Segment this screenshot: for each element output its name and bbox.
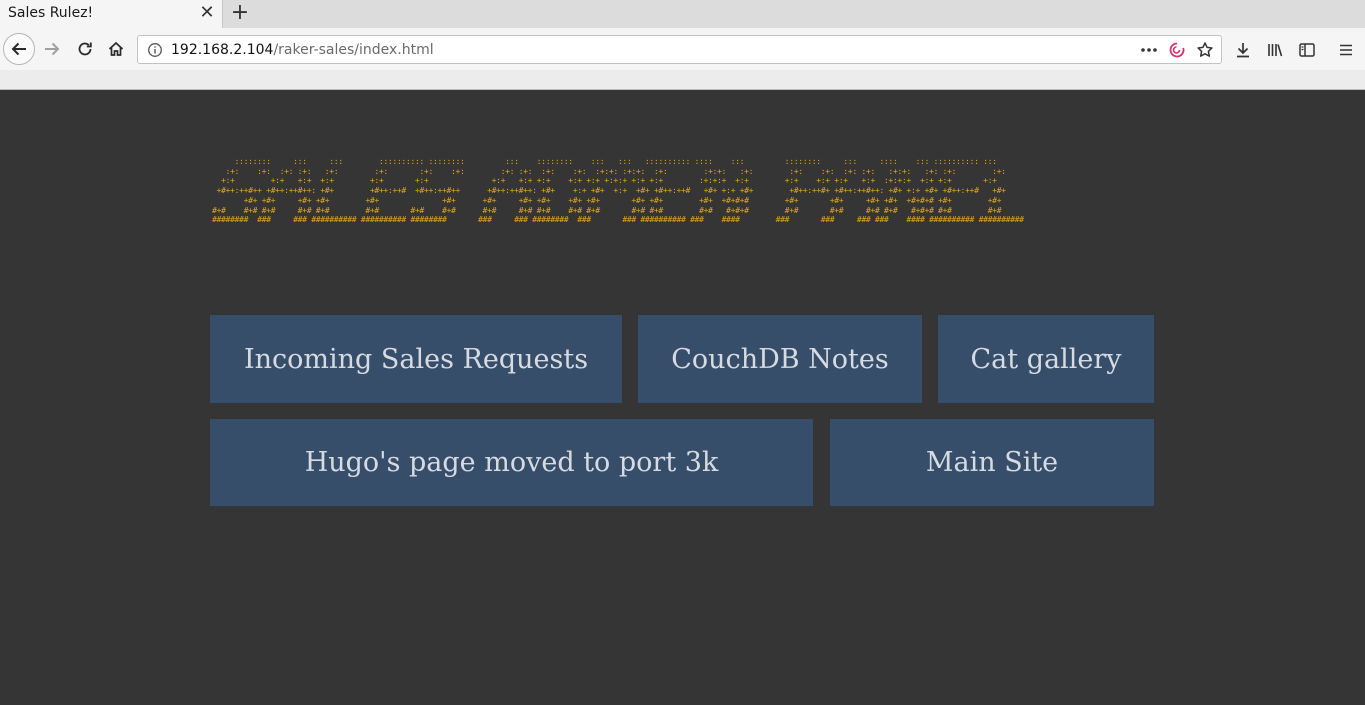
- reload-icon[interactable]: [70, 34, 100, 64]
- page-content: :::::::: ::: ::: :::::::::: :::::::: :::…: [0, 90, 1365, 705]
- home-icon[interactable]: [101, 34, 131, 64]
- info-icon[interactable]: [147, 42, 163, 58]
- couchdb-notes-button[interactable]: CouchDB Notes: [638, 315, 922, 403]
- more-actions-icon[interactable]: [1139, 40, 1159, 60]
- url-text[interactable]: 192.168.2.104/raker-sales/index.html: [171, 42, 434, 58]
- sidebar-icon[interactable]: [1295, 38, 1319, 62]
- url-path: /raker-sales/index.html: [273, 42, 434, 58]
- browser-tab[interactable]: Sales Rulez! ✕: [0, 0, 223, 28]
- back-arrow-icon[interactable]: [3, 33, 35, 65]
- url-actions: [1139, 40, 1215, 60]
- ascii-art-banner: :::::::: ::: ::: :::::::::: :::::::: :::…: [212, 157, 1162, 227]
- plus-icon[interactable]: +: [229, 2, 251, 24]
- cat-gallery-button[interactable]: Cat gallery: [938, 315, 1154, 403]
- hamburger-menu-icon[interactable]: [1334, 38, 1358, 62]
- close-icon[interactable]: ✕: [197, 3, 217, 23]
- tab-title: Sales Rulez!: [8, 5, 94, 21]
- hugos-page-button[interactable]: Hugo's page moved to port 3k: [210, 419, 813, 506]
- banner-text: :::::::: ::: ::: :::::::::: :::::::: :::…: [212, 157, 1024, 225]
- tab-strip: Sales Rulez! ✕ +: [0, 0, 1365, 28]
- download-icon[interactable]: [1231, 38, 1255, 62]
- main-site-button[interactable]: Main Site: [830, 419, 1154, 506]
- forward-arrow-icon[interactable]: [37, 34, 67, 64]
- pocket-icon[interactable]: [1167, 40, 1187, 60]
- library-icon[interactable]: [1263, 38, 1287, 62]
- incoming-sales-requests-button[interactable]: Incoming Sales Requests: [210, 315, 622, 403]
- address-bar[interactable]: 192.168.2.104/raker-sales/index.html: [137, 35, 1222, 64]
- bookmark-star-icon[interactable]: [1195, 40, 1215, 60]
- url-host: 192.168.2.104: [171, 42, 274, 58]
- toolbar-gutter: [0, 70, 1365, 90]
